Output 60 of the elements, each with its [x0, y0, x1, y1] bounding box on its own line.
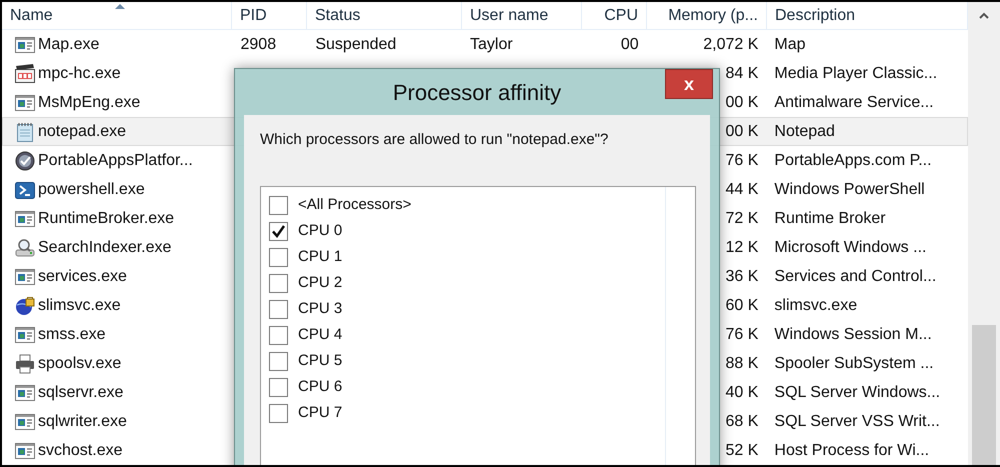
table-cell-text: Suspended — [315, 34, 396, 54]
table-cell-text: 00 — [620, 34, 639, 54]
checkbox-label: CPU 1 — [298, 247, 342, 268]
table-cell-text: Windows Session M... — [774, 324, 932, 344]
table-cell-text: Map.exe — [38, 34, 100, 54]
table-cell-text: 84 K — [726, 64, 758, 84]
table-cell-text: smss.exe — [38, 324, 106, 344]
table-cell-text: PortableApps.com P... — [774, 150, 932, 170]
table-cell-text: 00 K — [726, 122, 758, 142]
table-cell-text: SQL Server Windows... — [774, 382, 940, 402]
table-cell-text: Runtime Broker — [774, 208, 886, 228]
checkbox-label: CPU 5 — [298, 351, 342, 372]
table-cell-text: 40 K — [726, 382, 758, 402]
table-cell-text: svchost.exe — [38, 440, 122, 460]
table-cell-text: SearchIndexer.exe — [38, 238, 172, 258]
table-cell-text: 60 K — [726, 296, 758, 316]
table-cell-text: 12 K — [726, 238, 758, 258]
table-cell-text: sqlservr.exe — [38, 382, 124, 402]
table-cell-text: RuntimeBroker.exe — [38, 208, 174, 228]
table-cell-text: Antimalware Service... — [774, 92, 934, 112]
checkbox-label: CPU 7 — [298, 403, 342, 424]
dialog-title: Processor affinity — [392, 78, 562, 107]
dialog-question: Which processors are allowed to run "notepad.exe"? — [260, 130, 610, 150]
table-cell-text: Microsoft Windows ... — [774, 238, 926, 258]
checkbox-label: CPU 3 — [298, 299, 342, 320]
table-cell-text: MsMpEng.exe — [38, 92, 140, 112]
checkbox-label: CPU 2 — [298, 273, 342, 294]
table-cell-text: Windows PowerShell — [774, 180, 925, 200]
table-cell-text: 68 K — [726, 412, 758, 432]
table-cell-text: Host Process for Wi... — [774, 440, 930, 460]
table-cell-text: mpc-hc.exe — [38, 64, 121, 84]
table-cell-text: 72 K — [726, 208, 758, 228]
table-cell-text: Map — [774, 34, 806, 54]
table-cell-text: 2,072 K — [703, 34, 758, 54]
table-cell-text: sqlwriter.exe — [38, 412, 127, 432]
table-cell-text: services.exe — [38, 266, 127, 286]
table-cell-text: notepad.exe — [38, 122, 126, 142]
checkbox-label: CPU 0 — [298, 221, 342, 242]
table-cell-text: Services and Control... — [774, 266, 936, 286]
checkbox-label: CPU 6 — [298, 377, 342, 398]
table-cell-text: 00 K — [726, 92, 758, 112]
table-cell-text: spoolsv.exe — [38, 354, 122, 374]
table-cell-text: slimsvc.exe — [38, 296, 121, 316]
table-cell-text: 88 K — [726, 354, 758, 374]
table-cell-text: slimsvc.exe — [774, 296, 858, 316]
table-cell-text: powershell.exe — [38, 180, 145, 200]
table-cell-text: 52 K — [726, 440, 758, 460]
table-cell-text: 76 K — [726, 150, 758, 170]
table-cell-text: Spooler SubSystem ... — [774, 354, 934, 374]
table-cell-text: 44 K — [726, 180, 758, 200]
table-cell-text: Media Player Classic... — [774, 64, 938, 84]
checkbox-label: CPU 4 — [298, 325, 342, 346]
table-cell-text: SQL Server VSS Writ... — [774, 412, 940, 432]
table-cell-text: 76 K — [726, 324, 758, 344]
table-cell-text: Notepad — [774, 122, 835, 142]
table-cell-text: Taylor — [470, 34, 513, 54]
checkbox-label: <All Processors> — [298, 195, 412, 216]
table-cell-text: 36 K — [726, 266, 758, 286]
table-cell-text: PortableAppsPlatfor... — [38, 150, 193, 170]
table-cell-text: 2908 — [240, 34, 276, 54]
